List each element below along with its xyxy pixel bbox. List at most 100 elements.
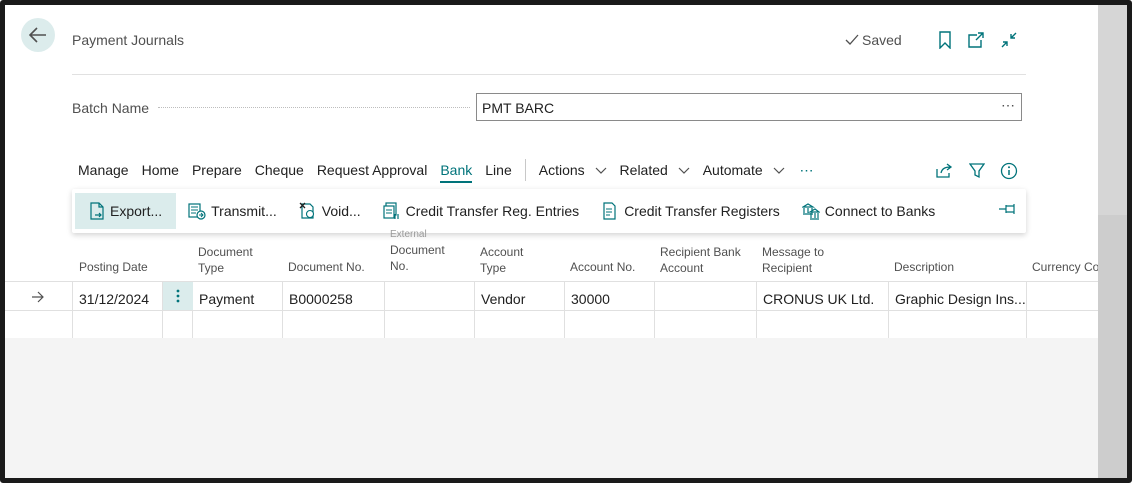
info-button[interactable] (999, 161, 1019, 181)
menu-related-label: Related (619, 162, 668, 178)
col-header-message-to-recipient[interactable]: Message to Recipient (762, 244, 824, 276)
collapse-button[interactable] (999, 30, 1019, 50)
saved-status: Saved (845, 32, 902, 48)
credit-transfer-registers-button[interactable]: Credit Transfer Registers (591, 193, 790, 229)
cell-document-type[interactable]: Payment (199, 287, 279, 311)
arrow-left-icon (29, 27, 46, 43)
menu-actions[interactable]: Actions (533, 155, 613, 185)
col-header-account-no[interactable]: Account No. (570, 259, 635, 275)
menu-home[interactable]: Home (136, 155, 185, 185)
header-line: Recipient (762, 261, 813, 275)
menu-related[interactable]: Related (614, 155, 696, 185)
col-header-external-document-no[interactable]: External Document No. (390, 228, 445, 274)
export-button[interactable]: Export... (75, 193, 177, 229)
chevron-down-icon (773, 167, 784, 175)
export-file-icon (90, 202, 104, 220)
header-line: Type (198, 261, 225, 275)
more-actions-button[interactable]: ⋯ (792, 162, 823, 179)
cell-external-document-no[interactable] (391, 287, 471, 311)
cell-account-no[interactable]: 30000 (571, 287, 651, 311)
col-header-description[interactable]: Description (894, 259, 954, 275)
chevron-down-icon (595, 167, 606, 175)
check-icon (845, 34, 859, 45)
menu-manage[interactable]: Manage (72, 155, 135, 185)
cell-posting-date[interactable]: 31/12/2024 (79, 287, 159, 311)
filter-button[interactable] (967, 161, 987, 181)
cell-description[interactable]: Graphic Design Ins... (895, 287, 1025, 311)
cell-recipient-bank-account[interactable] (661, 287, 753, 311)
transmit-icon (188, 203, 206, 220)
batch-name-value: PMT BARC (482, 100, 555, 116)
header-line: Document (390, 243, 445, 257)
bookmark-icon (939, 31, 951, 49)
info-icon (1000, 162, 1018, 180)
header-line: Document (198, 245, 253, 259)
connect-to-banks-label: Connect to Banks (824, 203, 936, 219)
menu-line[interactable]: Line (479, 155, 517, 185)
header-line: Recipient Bank (660, 245, 741, 259)
menu-separator (524, 159, 526, 181)
export-label: Export... (110, 203, 163, 219)
transmit-button[interactable]: Transmit... (178, 193, 287, 229)
col-header-currency-code[interactable]: Currency Co (1032, 259, 1098, 275)
scroll-gutter (1098, 5, 1127, 478)
batch-name-label: Batch Name (72, 100, 150, 116)
batch-lookup-button[interactable]: ⋯ (1001, 97, 1015, 114)
current-row-arrow-icon (32, 291, 44, 303)
action-bar: Manage Home Prepare Cheque Request Appro… (72, 155, 823, 185)
menu-bank[interactable]: Bank (434, 155, 478, 185)
credit-transfer-reg-entries-button[interactable]: Credit Transfer Reg. Entries (373, 193, 590, 229)
menu-cheque[interactable]: Cheque (249, 155, 310, 185)
open-in-new-icon (968, 32, 984, 48)
bank-connect-icon (801, 203, 820, 220)
cell-account-type[interactable]: Vendor (481, 287, 561, 311)
header-line: No. (390, 259, 409, 273)
col-header-document-no[interactable]: Document No. (288, 259, 365, 275)
cell-currency-code[interactable] (1033, 287, 1093, 311)
bookmark-button[interactable] (935, 30, 955, 50)
menu-request-approval[interactable]: Request Approval (311, 155, 434, 185)
saved-label: Saved (862, 32, 902, 48)
open-new-window-button[interactable] (966, 30, 986, 50)
chevron-down-icon (678, 167, 690, 175)
kebab-menu-icon (176, 289, 180, 303)
register-icon (603, 202, 616, 220)
register-entries-icon (383, 202, 399, 219)
batch-name-field[interactable]: PMT BARC ⋯ (476, 93, 1022, 121)
header-line: External (390, 229, 427, 240)
menu-automate[interactable]: Automate (697, 155, 791, 185)
col-header-document-type[interactable]: Document Type (198, 244, 253, 276)
header-line: Type (480, 261, 507, 275)
collapse-icon (1001, 32, 1017, 48)
header-line: Account (480, 245, 524, 259)
empty-grid-area (5, 338, 1098, 478)
credit-transfer-reg-entries-label: Credit Transfer Reg. Entries (405, 203, 580, 219)
share-button[interactable] (934, 161, 954, 181)
header-divider (72, 74, 1026, 75)
back-button[interactable] (21, 18, 55, 52)
void-icon (299, 202, 314, 219)
void-label: Void... (321, 203, 361, 219)
transmit-label: Transmit... (211, 203, 277, 219)
app-window: Payment Journals Saved Batch Name PMT BA… (0, 0, 1132, 483)
connect-to-banks-button[interactable]: Connect to Banks (792, 193, 946, 229)
menu-actions-label: Actions (538, 162, 585, 178)
pin-icon[interactable] (998, 202, 1018, 216)
credit-transfer-registers-label: Credit Transfer Registers (624, 203, 780, 219)
menu-automate-label: Automate (702, 162, 763, 178)
void-button[interactable]: Void... (289, 193, 371, 229)
col-header-posting-date[interactable]: Posting Date (79, 259, 148, 275)
header-line: Account (660, 261, 704, 275)
menu-prepare[interactable]: Prepare (186, 155, 248, 185)
bank-action-ribbon: Export... Transmit... Void... Credit Tra… (72, 189, 1026, 233)
header-line: Message to (762, 245, 825, 259)
col-header-recipient-bank-account[interactable]: Recipient Bank Account (660, 244, 741, 276)
page-title: Payment Journals (72, 32, 185, 48)
field-leader-dots (158, 107, 470, 108)
cell-message-to-recipient[interactable]: CRONUS UK Ltd. (763, 287, 885, 311)
share-icon (936, 163, 953, 178)
col-header-account-type[interactable]: Account Type (480, 244, 523, 276)
cell-document-no[interactable]: B0000258 (289, 287, 381, 311)
filter-icon (969, 163, 985, 179)
row-actions-button[interactable] (163, 282, 193, 310)
